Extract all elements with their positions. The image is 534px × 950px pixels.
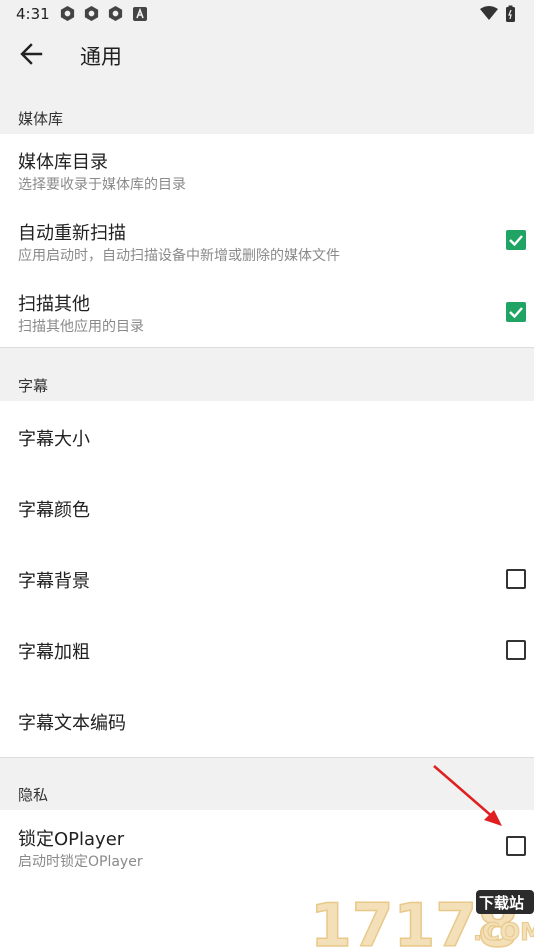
section-header-label: 隐私	[18, 786, 49, 804]
lock-oplayer-checkbox[interactable]	[506, 836, 526, 856]
sync-icon	[108, 5, 123, 22]
back-arrow-icon[interactable]	[16, 40, 46, 68]
setting-subtitle-background[interactable]: 字幕背景	[0, 543, 534, 614]
setting-title: 字幕颜色	[18, 500, 90, 521]
checkmark-icon	[509, 307, 523, 319]
watermark-domain: .COM	[473, 918, 534, 946]
app-toolbar: 通用	[0, 28, 534, 80]
setting-subtitle-bold[interactable]: 字幕加粗	[0, 614, 534, 685]
subtitle-bold-checkbox[interactable]	[506, 640, 526, 660]
setting-subtitle-size[interactable]: 字幕大小	[0, 401, 534, 472]
setting-title: 字幕文本编码	[18, 713, 126, 734]
watermark-logo: 17178 下载站 .COM	[309, 880, 534, 950]
scan-others-checkbox[interactable]	[506, 302, 526, 322]
setting-media-library-folders[interactable]: 媒体库目录 选择要收录于媒体库的目录	[0, 134, 534, 205]
setting-subtitle-color[interactable]: 字幕颜色	[0, 472, 534, 543]
setting-title: 字幕加粗	[18, 642, 90, 663]
setting-title: 字幕背景	[18, 571, 90, 592]
wifi-battery-icons	[480, 5, 515, 22]
status-bar: 4:31	[0, 0, 534, 28]
section-header-label: 字幕	[18, 377, 49, 395]
setting-title: 字幕大小	[18, 429, 90, 450]
status-time: 4:31	[16, 5, 50, 23]
setting-scan-others[interactable]: 扫描其他 扫描其他应用的目录	[0, 276, 534, 347]
section-header-subtitles: 字幕	[0, 348, 534, 401]
wifi-icon	[480, 6, 498, 20]
sync-icon	[84, 5, 99, 22]
page-title: 通用	[80, 45, 122, 69]
setting-subtitle-encoding[interactable]: 字幕文本编码	[0, 685, 534, 756]
watermark-graphic: 17178 下载站 .COM	[309, 890, 534, 950]
setting-subtitle: 扫描其他应用的目录	[18, 319, 144, 335]
sync-icon	[60, 5, 75, 22]
setting-subtitle: 启动时锁定OPlayer	[18, 854, 143, 870]
setting-subtitle: 应用启动时，自动扫描设备中新增或删除的媒体文件	[18, 248, 340, 264]
setting-subtitle: 选择要收录于媒体库的目录	[18, 177, 186, 193]
subtitle-background-checkbox[interactable]	[506, 569, 526, 589]
watermark-badge: 下载站	[479, 894, 524, 912]
section-header-media-library: 媒体库	[0, 80, 534, 134]
auto-rescan-checkbox[interactable]	[506, 230, 526, 250]
setting-title: 扫描其他	[18, 294, 90, 315]
checkmark-icon	[509, 235, 523, 247]
setting-title: 媒体库目录	[18, 152, 108, 173]
red-arrow-annotation	[433, 765, 502, 826]
notification-a-icon	[133, 7, 147, 21]
section-header-label: 媒体库	[18, 110, 64, 128]
setting-auto-rescan[interactable]: 自动重新扫描 应用启动时，自动扫描设备中新增或删除的媒体文件	[0, 205, 534, 276]
setting-title: 锁定OPlayer	[18, 829, 125, 850]
setting-title: 自动重新扫描	[18, 223, 126, 244]
